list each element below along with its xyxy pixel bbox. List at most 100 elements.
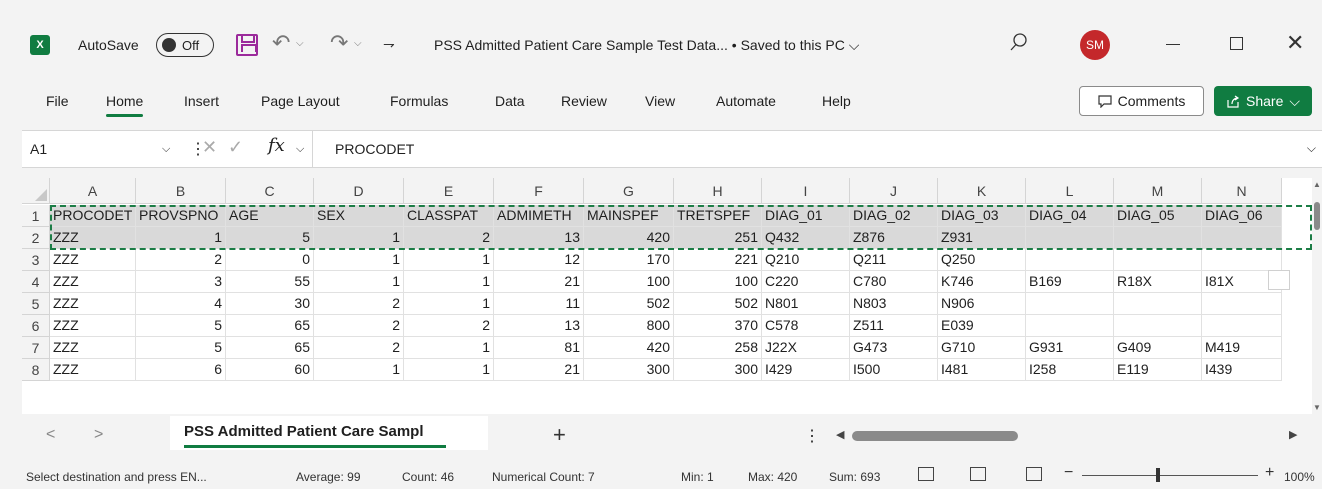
table-cell[interactable]: ZZZ [50, 249, 136, 271]
table-cell[interactable]: 5 [136, 337, 226, 359]
row-header[interactable]: 1 [22, 205, 50, 227]
select-all-corner[interactable] [22, 178, 50, 204]
table-cell[interactable]: DIAG_03 [938, 205, 1026, 227]
status-min[interactable]: Min: 1 [681, 470, 714, 484]
table-cell[interactable]: 2 [314, 293, 404, 315]
table-cell[interactable]: Z876 [850, 227, 938, 249]
tab-page-layout[interactable]: Page Layout [261, 93, 340, 109]
avatar[interactable]: SM [1080, 30, 1110, 60]
scroll-thumb[interactable] [1314, 202, 1320, 230]
table-cell[interactable]: 1 [314, 359, 404, 381]
status-count[interactable]: Count: 46 [402, 470, 454, 484]
scroll-up-icon[interactable]: ▲ [1313, 180, 1321, 189]
table-cell[interactable]: 1 [404, 359, 494, 381]
insert-function-icon[interactable]: fx [268, 135, 285, 156]
table-cell[interactable]: 1 [404, 271, 494, 293]
table-cell[interactable]: CLASSPAT [404, 205, 494, 227]
table-cell[interactable]: B169 [1026, 271, 1114, 293]
table-cell[interactable]: 5 [136, 315, 226, 337]
page-layout-view-icon[interactable] [970, 467, 986, 481]
table-cell[interactable]: Q432 [762, 227, 850, 249]
name-box[interactable]: A1 [22, 131, 182, 167]
column-header[interactable]: G [584, 178, 674, 204]
table-cell[interactable]: N801 [762, 293, 850, 315]
table-cell[interactable]: AGE [226, 205, 314, 227]
column-header[interactable]: C [226, 178, 314, 204]
zoom-level[interactable]: 100% [1284, 470, 1315, 484]
table-cell[interactable]: DIAG_02 [850, 205, 938, 227]
table-cell[interactable]: PROVSPNO [136, 205, 226, 227]
table-cell[interactable]: 251 [674, 227, 762, 249]
column-header[interactable]: I [762, 178, 850, 204]
scroll-right-icon[interactable]: ▶ [1289, 428, 1297, 441]
scroll-left-icon[interactable]: ◀ [836, 428, 844, 441]
tab-home[interactable]: Home [106, 93, 144, 117]
table-cell[interactable]: 30 [226, 293, 314, 315]
table-cell[interactable] [1026, 249, 1114, 271]
search-icon[interactable] [1010, 33, 1028, 51]
table-cell[interactable]: 65 [226, 315, 314, 337]
status-sum[interactable]: Sum: 693 [829, 470, 880, 484]
table-cell[interactable]: I500 [850, 359, 938, 381]
zoom-slider[interactable] [1082, 475, 1258, 476]
enter-icon[interactable]: ✓ [228, 137, 243, 158]
tab-formulas[interactable]: Formulas [390, 93, 448, 109]
autosave-toggle[interactable]: Off [156, 33, 214, 57]
horizontal-scroll-thumb[interactable] [852, 431, 1018, 441]
table-cell[interactable]: 170 [584, 249, 674, 271]
sheet-tab-active[interactable]: PSS Admitted Patient Care Sampl [170, 416, 488, 450]
table-cell[interactable]: 2 [314, 337, 404, 359]
tab-data[interactable]: Data [495, 93, 525, 109]
table-cell[interactable]: 13 [494, 315, 584, 337]
row-header[interactable]: 5 [22, 293, 50, 315]
table-cell[interactable]: 1 [136, 227, 226, 249]
prev-sheet-icon[interactable]: < [46, 426, 55, 444]
paste-options-icon[interactable] [1268, 270, 1290, 290]
table-cell[interactable]: ZZZ [50, 271, 136, 293]
cancel-icon[interactable]: ✕ [202, 137, 217, 158]
table-cell[interactable] [1026, 315, 1114, 337]
table-cell[interactable]: 13 [494, 227, 584, 249]
close-icon[interactable]: ✕ [1286, 30, 1304, 56]
table-cell[interactable]: SEX [314, 205, 404, 227]
column-header[interactable]: H [674, 178, 762, 204]
row-header[interactable]: 6 [22, 315, 50, 337]
table-cell[interactable]: 4 [136, 293, 226, 315]
table-cell[interactable]: 1 [404, 249, 494, 271]
zoom-in-icon[interactable]: + [1265, 464, 1274, 482]
table-cell[interactable]: 6 [136, 359, 226, 381]
column-header[interactable]: L [1026, 178, 1114, 204]
table-cell[interactable]: I481 [938, 359, 1026, 381]
redo-icon[interactable]: ↷ [330, 30, 348, 56]
table-cell[interactable]: G409 [1114, 337, 1202, 359]
table-cell[interactable]: 1 [314, 249, 404, 271]
tab-review[interactable]: Review [561, 93, 607, 109]
row-header[interactable]: 8 [22, 359, 50, 381]
table-cell[interactable]: 60 [226, 359, 314, 381]
column-header[interactable]: B [136, 178, 226, 204]
maximize-icon[interactable] [1230, 37, 1243, 50]
table-cell[interactable]: ZZZ [50, 315, 136, 337]
table-cell[interactable]: K746 [938, 271, 1026, 293]
table-cell[interactable]: E039 [938, 315, 1026, 337]
table-cell[interactable]: N906 [938, 293, 1026, 315]
table-cell[interactable] [1202, 293, 1282, 315]
table-cell[interactable]: I429 [762, 359, 850, 381]
table-cell[interactable]: 81 [494, 337, 584, 359]
vertical-scrollbar[interactable]: ▲ ▼ [1312, 178, 1322, 414]
more-options-icon[interactable]: ⋮ [804, 426, 820, 446]
table-cell[interactable]: 258 [674, 337, 762, 359]
column-header[interactable]: J [850, 178, 938, 204]
table-cell[interactable]: 100 [584, 271, 674, 293]
table-cell[interactable]: Q211 [850, 249, 938, 271]
row-header[interactable]: 3 [22, 249, 50, 271]
table-cell[interactable]: Q210 [762, 249, 850, 271]
table-cell[interactable]: DIAG_04 [1026, 205, 1114, 227]
spreadsheet-grid[interactable]: A B C D E F G H I J K L M N 1 PROCODET PROVSPNO AGE SEX CLA… [22, 178, 1312, 414]
table-cell[interactable]: ZZZ [50, 293, 136, 315]
row-header[interactable]: 7 [22, 337, 50, 359]
table-cell[interactable] [1114, 315, 1202, 337]
table-cell[interactable]: 1 [404, 337, 494, 359]
table-cell[interactable]: ZZZ [50, 227, 136, 249]
tab-help[interactable]: Help [822, 93, 851, 109]
